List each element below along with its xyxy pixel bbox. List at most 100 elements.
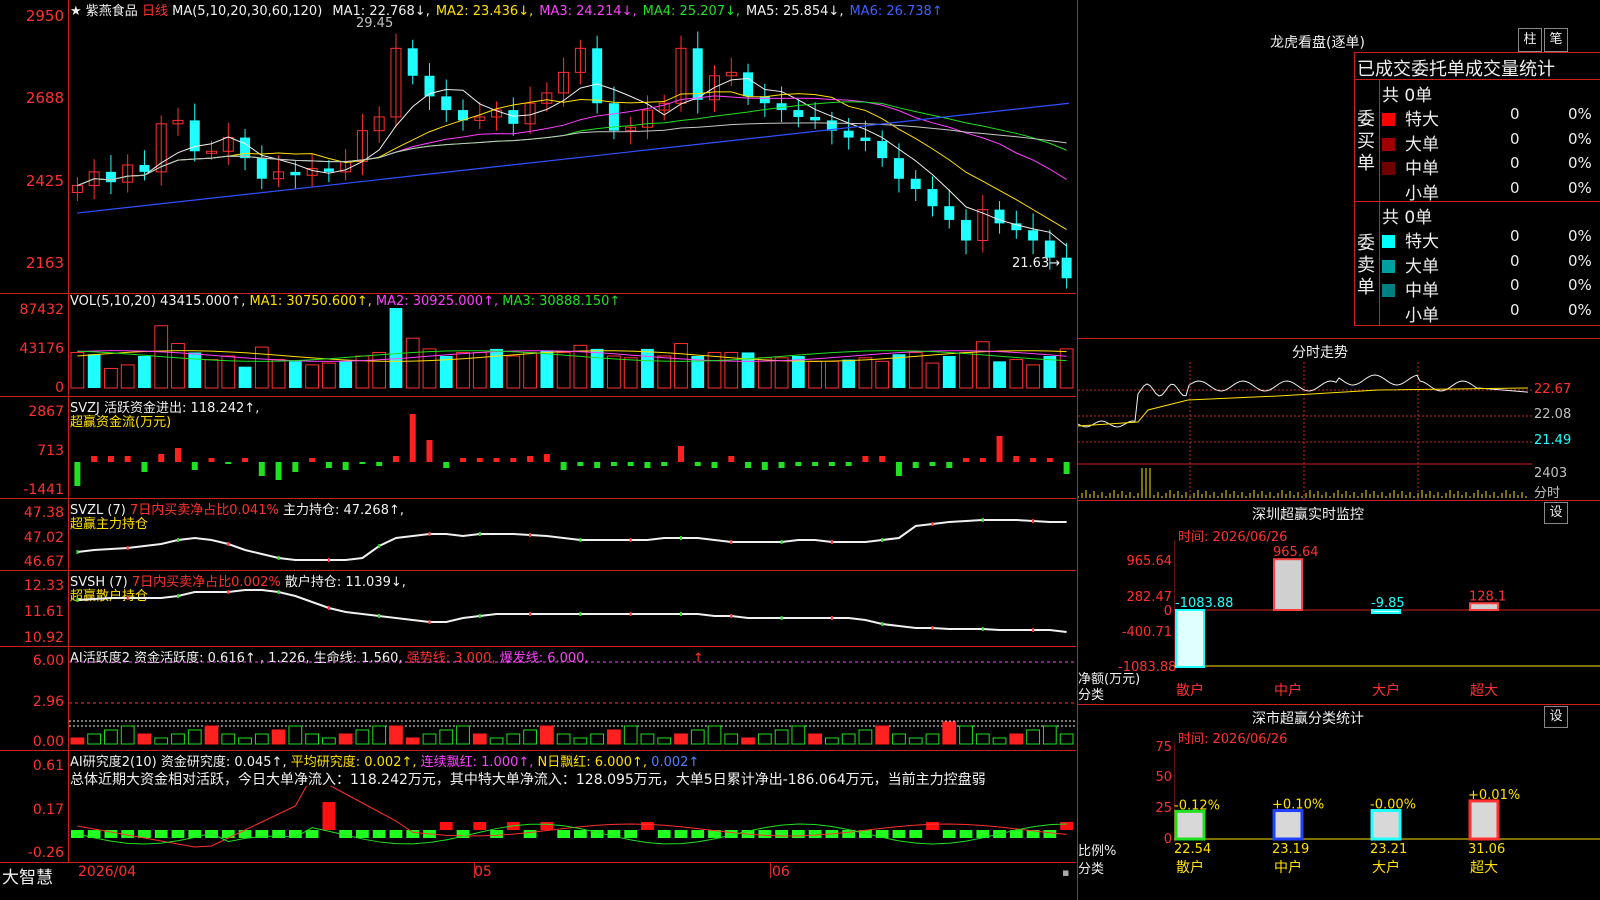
fund-flow-bar xyxy=(292,462,299,472)
activity-bar xyxy=(355,729,370,745)
monitor-bar xyxy=(1273,558,1303,611)
activity-bar xyxy=(774,729,789,745)
research-bar xyxy=(791,830,805,838)
holding-tick xyxy=(780,540,783,544)
class-value-label: 23.21 xyxy=(1370,842,1407,857)
buy-count: 0 xyxy=(1510,105,1520,123)
fund-flow-bar xyxy=(677,446,684,462)
ratio-bar-chart[interactable]: -0.12% 22.54 散户 +0.10% 23.19 中户 -0.00% 23.21 大户 +… xyxy=(1174,742,1600,900)
fund-flow-bar xyxy=(275,462,282,480)
research-bar xyxy=(389,830,403,838)
class-value-label: 23.19 xyxy=(1272,842,1309,857)
class-axis-label: 分类 xyxy=(1078,862,1105,877)
activity-bar xyxy=(305,733,320,745)
class-tick: 25 xyxy=(1155,801,1172,816)
class-bar xyxy=(1174,809,1206,841)
volume-bar xyxy=(70,351,85,389)
monitor-settings-button[interactable]: 设 xyxy=(1544,502,1568,524)
svsh-y-tick: 12.33 xyxy=(23,578,64,594)
volume-bar xyxy=(942,356,956,388)
candle-down xyxy=(105,171,116,183)
research-bar xyxy=(171,830,185,838)
buy-row: 大单 0 0% xyxy=(1382,130,1598,155)
monitor-category: 中户 xyxy=(1274,682,1302,699)
activity-bar xyxy=(657,737,672,745)
fund-flow-bar xyxy=(610,462,617,466)
fund-flow-bar xyxy=(325,462,332,468)
activity-bar xyxy=(221,733,236,745)
intraday-chart[interactable] xyxy=(1078,362,1532,500)
buy-count: 0 xyxy=(1510,154,1520,172)
fund-flow-bar xyxy=(929,462,936,466)
fund-flow-bar xyxy=(460,458,467,462)
activity-bar xyxy=(472,733,487,745)
volume-bar xyxy=(875,360,890,389)
svzl-y-tick: 47.02 xyxy=(23,530,64,546)
holding-line xyxy=(77,589,1067,633)
ai2-t3: 连续飘红: 1.000↑, xyxy=(420,755,534,770)
volume-bar xyxy=(641,348,654,388)
candle-down xyxy=(843,130,854,138)
ma-line-20 xyxy=(77,95,1067,187)
activity-bar xyxy=(573,737,588,745)
sell-label: 大单 xyxy=(1405,256,1439,277)
fund-flow-bar xyxy=(879,456,886,462)
buy-row: 特大 0 0% xyxy=(1382,105,1598,130)
monitor-bar xyxy=(1469,602,1499,611)
research-bar xyxy=(674,830,688,838)
holding-tick xyxy=(76,598,79,602)
holding-tick xyxy=(629,538,632,542)
fund-flow-bar xyxy=(996,436,1003,462)
tick-mode-button[interactable]: 笔 xyxy=(1544,28,1568,52)
research-chart[interactable] xyxy=(69,786,1075,861)
main-force-holding-chart[interactable] xyxy=(69,500,1075,569)
candle-down xyxy=(759,96,770,104)
candlestick-chart[interactable] xyxy=(69,14,1075,292)
volume-bar xyxy=(1026,364,1040,389)
research-bar xyxy=(154,830,168,838)
x-tick xyxy=(770,862,771,878)
holding-tick xyxy=(579,538,582,542)
holding-tick xyxy=(981,518,984,522)
buy-pct: 0% xyxy=(1568,178,1592,197)
class-settings-button[interactable]: 设 xyxy=(1544,706,1568,728)
class-value-label: 22.54 xyxy=(1174,842,1211,857)
volume-bar xyxy=(674,343,688,389)
volume-bar xyxy=(389,308,403,388)
fund-flow-bar xyxy=(745,462,752,468)
fund-flow-bar xyxy=(1030,458,1037,462)
volume-chart[interactable] xyxy=(69,308,1075,394)
activity-chart[interactable] xyxy=(69,660,1075,749)
vol-header: VOL(5,10,20) 43415.000↑, MA1: 30750.600↑… xyxy=(70,294,620,309)
buy-label: 大单 xyxy=(1405,134,1439,155)
activity-bar xyxy=(506,733,521,745)
volume-bar xyxy=(138,356,151,388)
ai1-y-tick: 0.00 xyxy=(32,734,64,750)
volume-bar xyxy=(372,351,387,389)
holding-tick xyxy=(176,594,179,598)
class-change-label: -0.12% xyxy=(1174,798,1220,813)
ai2-y-tick: -0.26 xyxy=(27,845,64,861)
vol-ma1: MA1: 30750.600↑, xyxy=(249,294,372,309)
bar-mode-button[interactable]: 柱 xyxy=(1518,28,1542,52)
class-value-label: 31.06 xyxy=(1468,842,1505,857)
holding-tick xyxy=(931,626,934,630)
volume-bar xyxy=(1059,348,1074,389)
sell-count: 0 xyxy=(1510,300,1520,319)
retail-holding-chart[interactable] xyxy=(69,572,1075,645)
fund-flow-bar xyxy=(208,458,215,462)
candle-down xyxy=(1061,257,1072,279)
activity-bar xyxy=(104,729,118,745)
ai2-t1: 资金研究度: 0.045↑, xyxy=(160,755,287,770)
activity-bar xyxy=(238,737,252,745)
net-flow-bar-chart[interactable]: -1083.88 散户 965.64 中户 -9.85 大户 128.1 超大 xyxy=(1174,540,1600,702)
buy-pct: 0% xyxy=(1568,105,1592,123)
intraday-frame xyxy=(1077,338,1600,339)
buy-label: 小单 xyxy=(1405,183,1439,204)
sell-label: 特大 xyxy=(1405,232,1439,252)
fund-flow-chart[interactable] xyxy=(69,406,1075,496)
monitor-tick: 0 xyxy=(1163,604,1172,619)
sell-label: 小单 xyxy=(1405,305,1439,326)
lock-icon[interactable]: ▪ xyxy=(1062,866,1069,879)
fund-flow-bar xyxy=(376,462,383,466)
